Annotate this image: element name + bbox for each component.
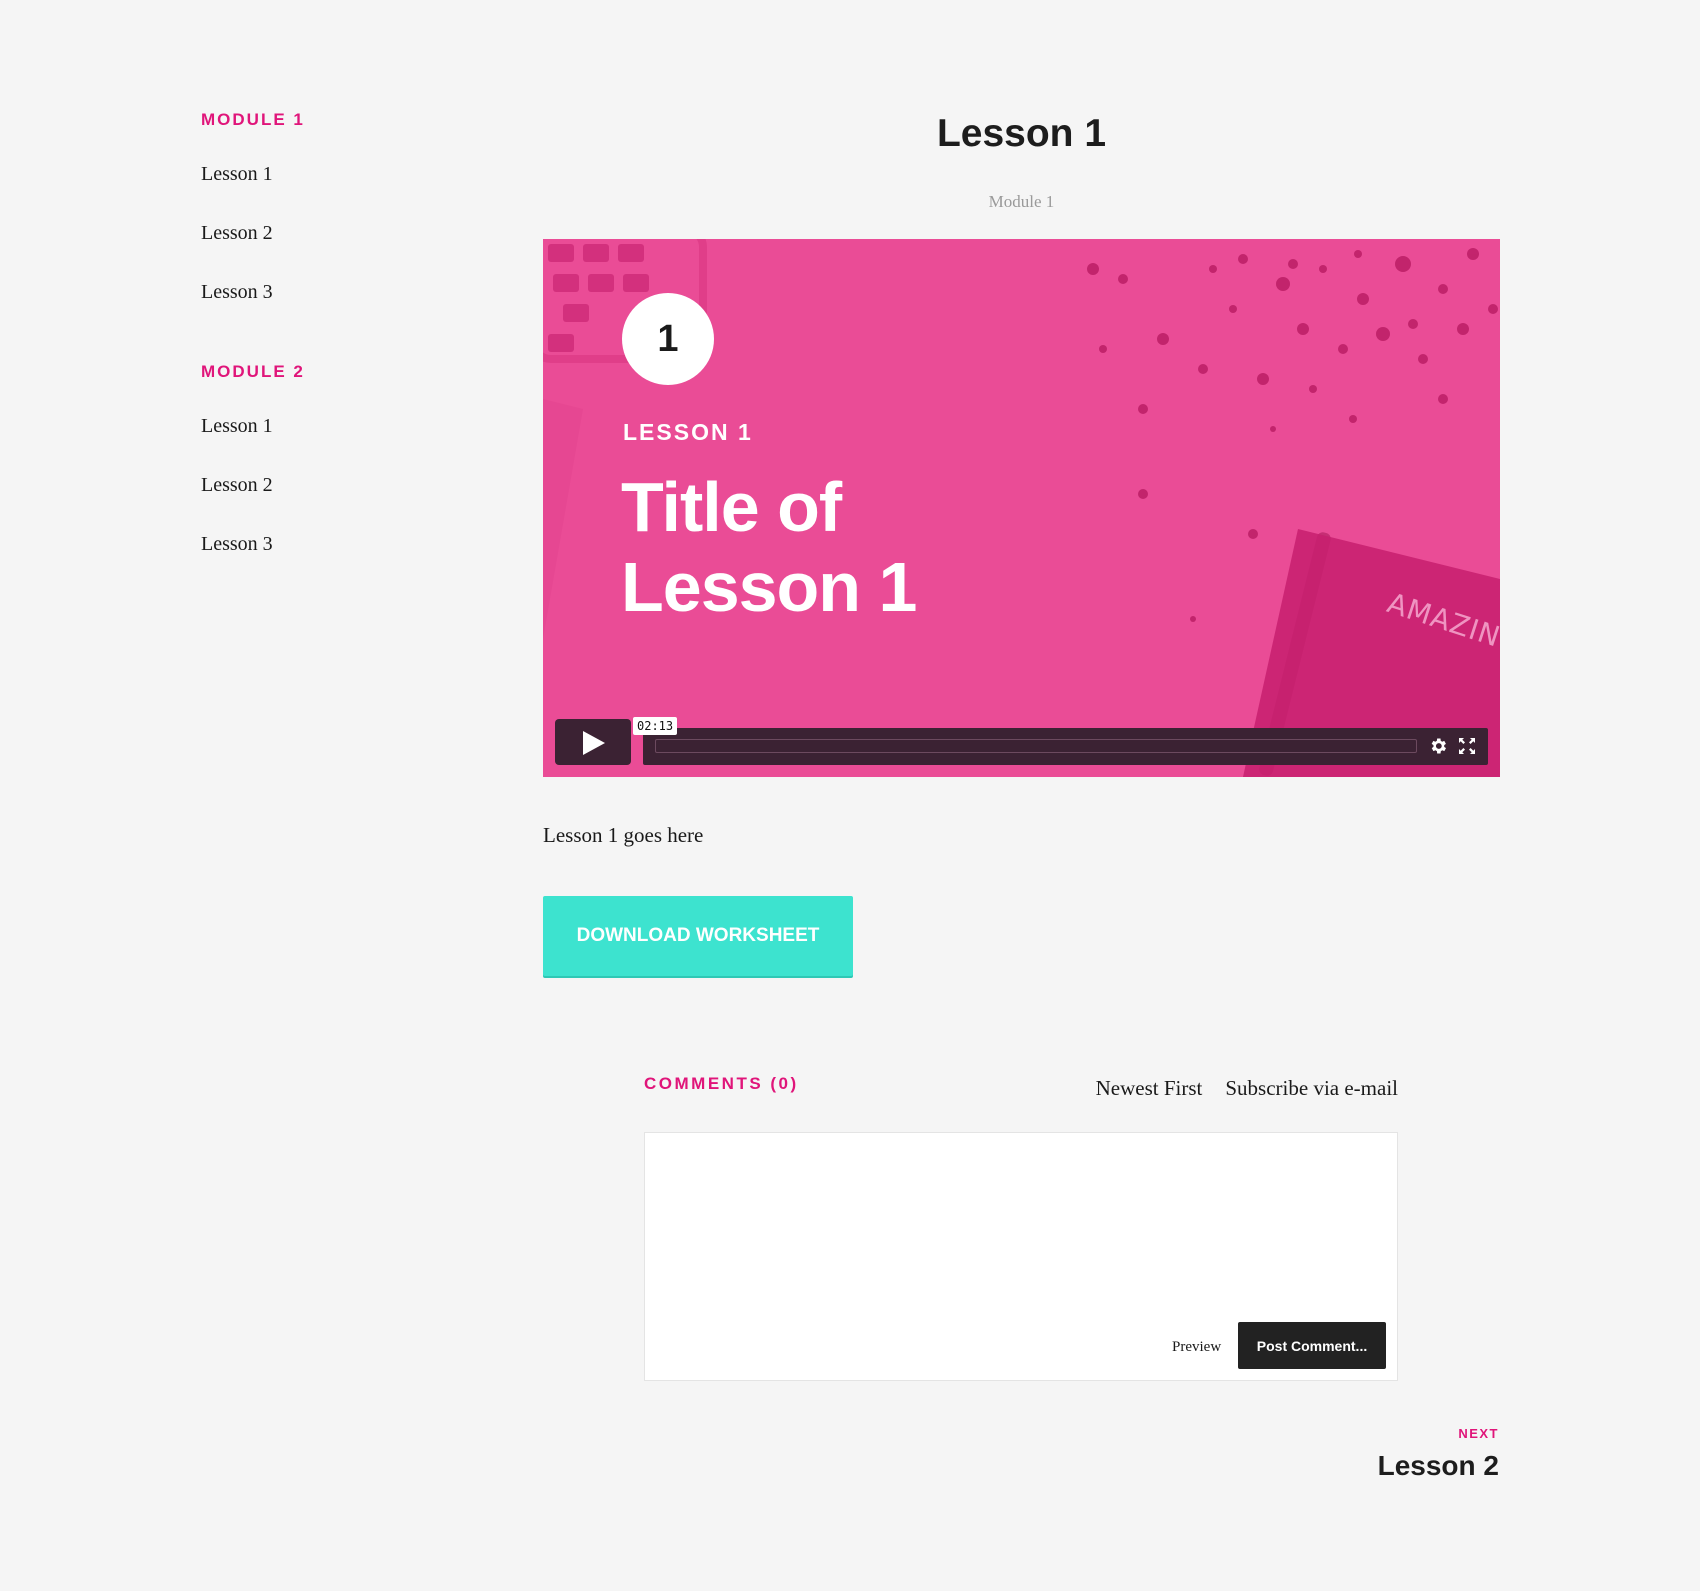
next-lesson-link[interactable]: Lesson 2 — [1378, 1450, 1499, 1482]
preview-link[interactable]: Preview — [1172, 1339, 1221, 1356]
settings-icon[interactable] — [1428, 736, 1448, 756]
module-1-heading: MODULE 1 — [201, 110, 305, 129]
play-icon — [583, 731, 605, 755]
comment-form: Preview Post Comment... — [644, 1132, 1398, 1381]
page-subtitle: Module 1 — [988, 192, 1055, 211]
lesson-body-text: Lesson 1 goes here — [543, 823, 704, 847]
video-eyebrow: LESSON 1 — [623, 419, 753, 445]
post-comment-button[interactable]: Post Comment... — [1238, 1322, 1386, 1369]
video-controls — [643, 728, 1488, 765]
time-tooltip: 02:13 — [633, 717, 678, 735]
sidebar-module1-lesson2[interactable]: Lesson 2 — [201, 222, 273, 245]
progress-bar[interactable] — [655, 739, 1417, 753]
sidebar-module1-lesson1[interactable]: Lesson 1 — [201, 163, 273, 186]
fullscreen-icon[interactable] — [1459, 738, 1475, 754]
video-title-line-1: Title of — [621, 468, 842, 546]
comment-input[interactable] — [655, 1143, 1389, 1297]
page-title: Lesson 1 — [936, 112, 1107, 155]
video-title: Title of Lesson 1 — [621, 467, 1121, 627]
video-title-line-2: Lesson 1 — [621, 548, 917, 626]
lesson-number-badge: 1 — [622, 293, 714, 385]
download-worksheet-button[interactable]: DOWNLOAD WORKSHEET — [543, 896, 853, 976]
sidebar-module2-lesson3[interactable]: Lesson 3 — [201, 533, 273, 556]
sidebar-module2-lesson1[interactable]: Lesson 1 — [201, 415, 273, 438]
play-button[interactable] — [555, 719, 631, 765]
subscribe-email-link[interactable]: Subscribe via e-mail — [1225, 1076, 1398, 1101]
sidebar-module2-lesson2[interactable]: Lesson 2 — [201, 474, 273, 497]
module-2-heading: MODULE 2 — [201, 362, 305, 381]
next-label: NEXT — [1458, 1426, 1499, 1441]
sort-newest-first-link[interactable]: Newest First — [1096, 1076, 1203, 1101]
sidebar-module1-lesson3[interactable]: Lesson 3 — [201, 281, 273, 304]
video-player[interactable]: 1 LESSON 1 Title of Lesson 1 AMAZING 02:… — [543, 239, 1500, 777]
comment-options: Newest First Subscribe via e-mail — [1096, 1076, 1398, 1101]
comments-heading: COMMENTS (0) — [644, 1074, 799, 1093]
